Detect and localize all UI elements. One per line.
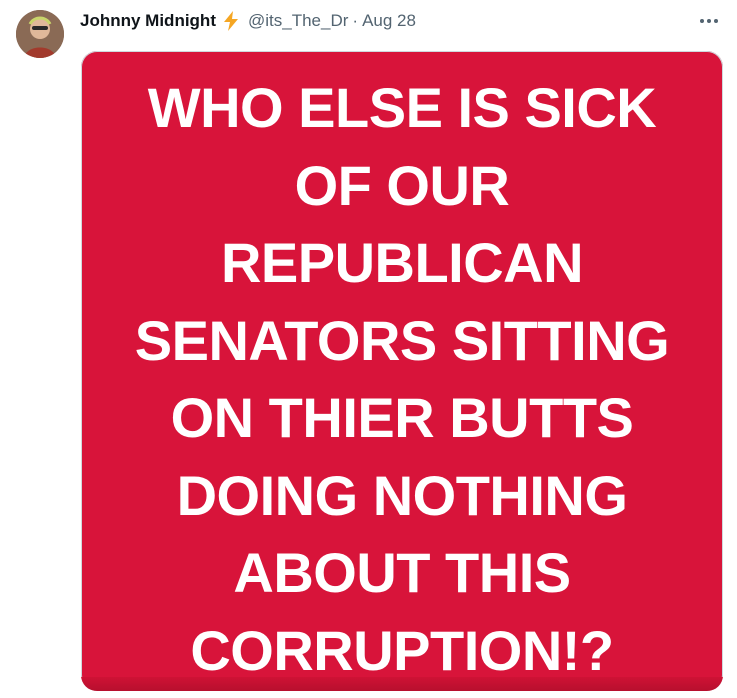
meme-line: DOING NOTHING [176,463,628,527]
author-handle[interactable]: @its_The_Dr [248,11,348,31]
tweet-date[interactable]: Aug 28 [362,11,416,31]
separator-dot: · [352,11,359,30]
meme-line: OF OUR [294,153,510,217]
tweet-header: Johnny Midnight @its_The_Dr · Aug 28 [80,9,723,33]
author-name[interactable]: Johnny Midnight [80,11,216,31]
more-horizontal-icon[interactable] [695,9,723,33]
lightning-bolt-icon [220,10,242,32]
meme-line: ON THIER BUTTS [170,386,634,449]
meme-line: ABOUT THIS [233,541,571,604]
meme-line: SENATORS SITTING [134,308,670,372]
tweet-image[interactable]: WHO ELSE IS SICK OF OUR REPUBLICAN SENAT… [81,51,723,691]
meme-line: REPUBLICAN [220,231,584,294]
avatar[interactable] [16,10,64,58]
meme-line: WHO ELSE IS SICK [147,76,657,139]
image-bottom-strip [81,677,723,691]
meme-text: WHO ELSE IS SICK OF OUR REPUBLICAN SENAT… [81,69,723,689]
